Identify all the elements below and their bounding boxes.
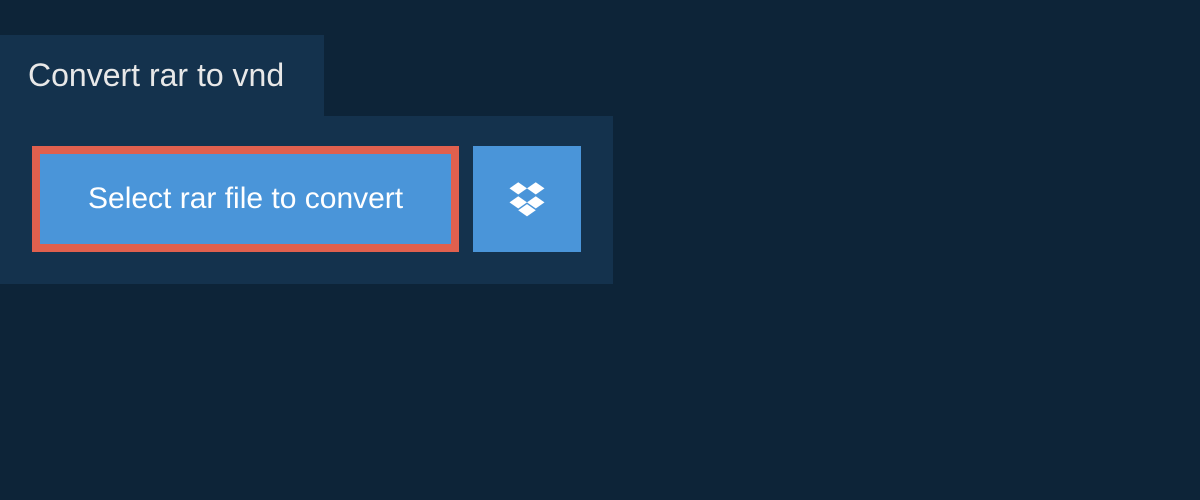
select-file-button[interactable]: Select rar file to convert	[32, 146, 459, 252]
upload-panel: Select rar file to convert	[0, 116, 613, 284]
page-title: Convert rar to vnd	[28, 57, 284, 94]
dropbox-button[interactable]	[473, 146, 581, 252]
dropbox-icon	[506, 177, 548, 222]
tab-header: Convert rar to vnd	[0, 35, 324, 116]
